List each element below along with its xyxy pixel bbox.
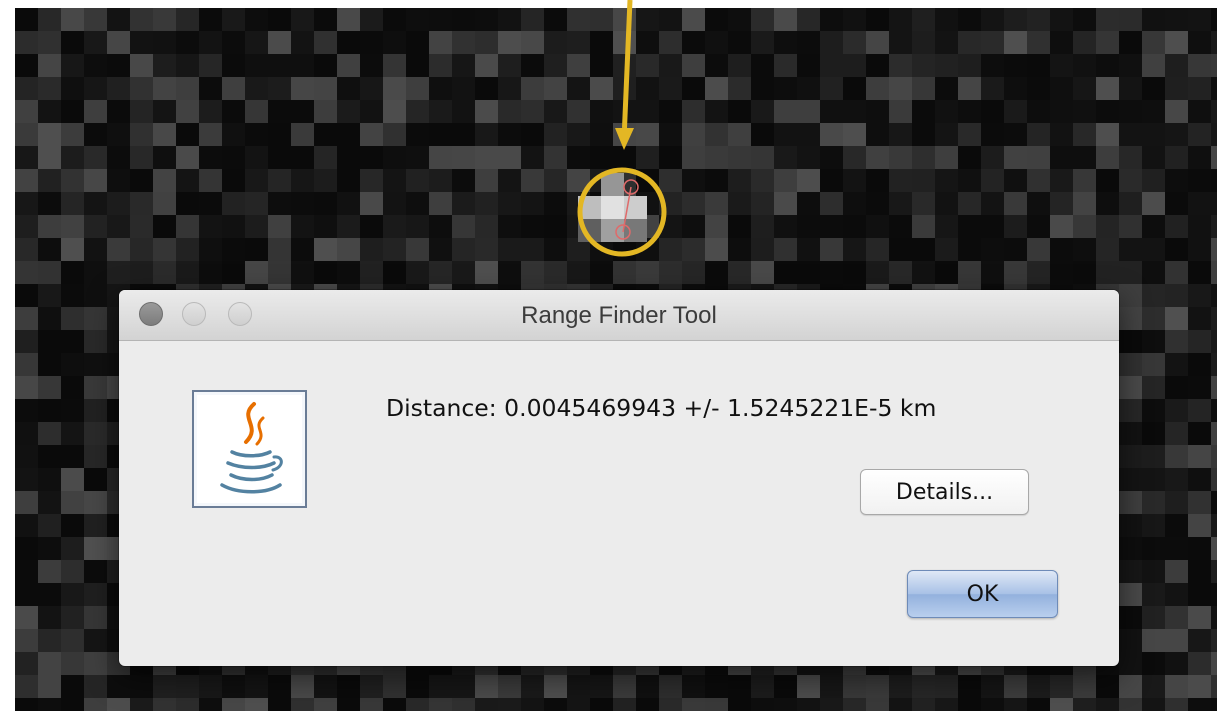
title-bar[interactable]: Range Finder Tool bbox=[119, 290, 1119, 341]
ok-button[interactable]: OK bbox=[907, 570, 1058, 618]
java-app-icon-frame bbox=[192, 390, 307, 508]
distance-message: Distance: 0.0045469943 +/- 1.5245221E-5 … bbox=[386, 394, 937, 422]
details-button[interactable]: Details... bbox=[860, 469, 1029, 515]
range-finder-dialog: Range Finder Tool Distance: 0.0045469943… bbox=[119, 290, 1119, 666]
window-title: Range Finder Tool bbox=[521, 302, 717, 329]
java-icon bbox=[220, 402, 283, 494]
